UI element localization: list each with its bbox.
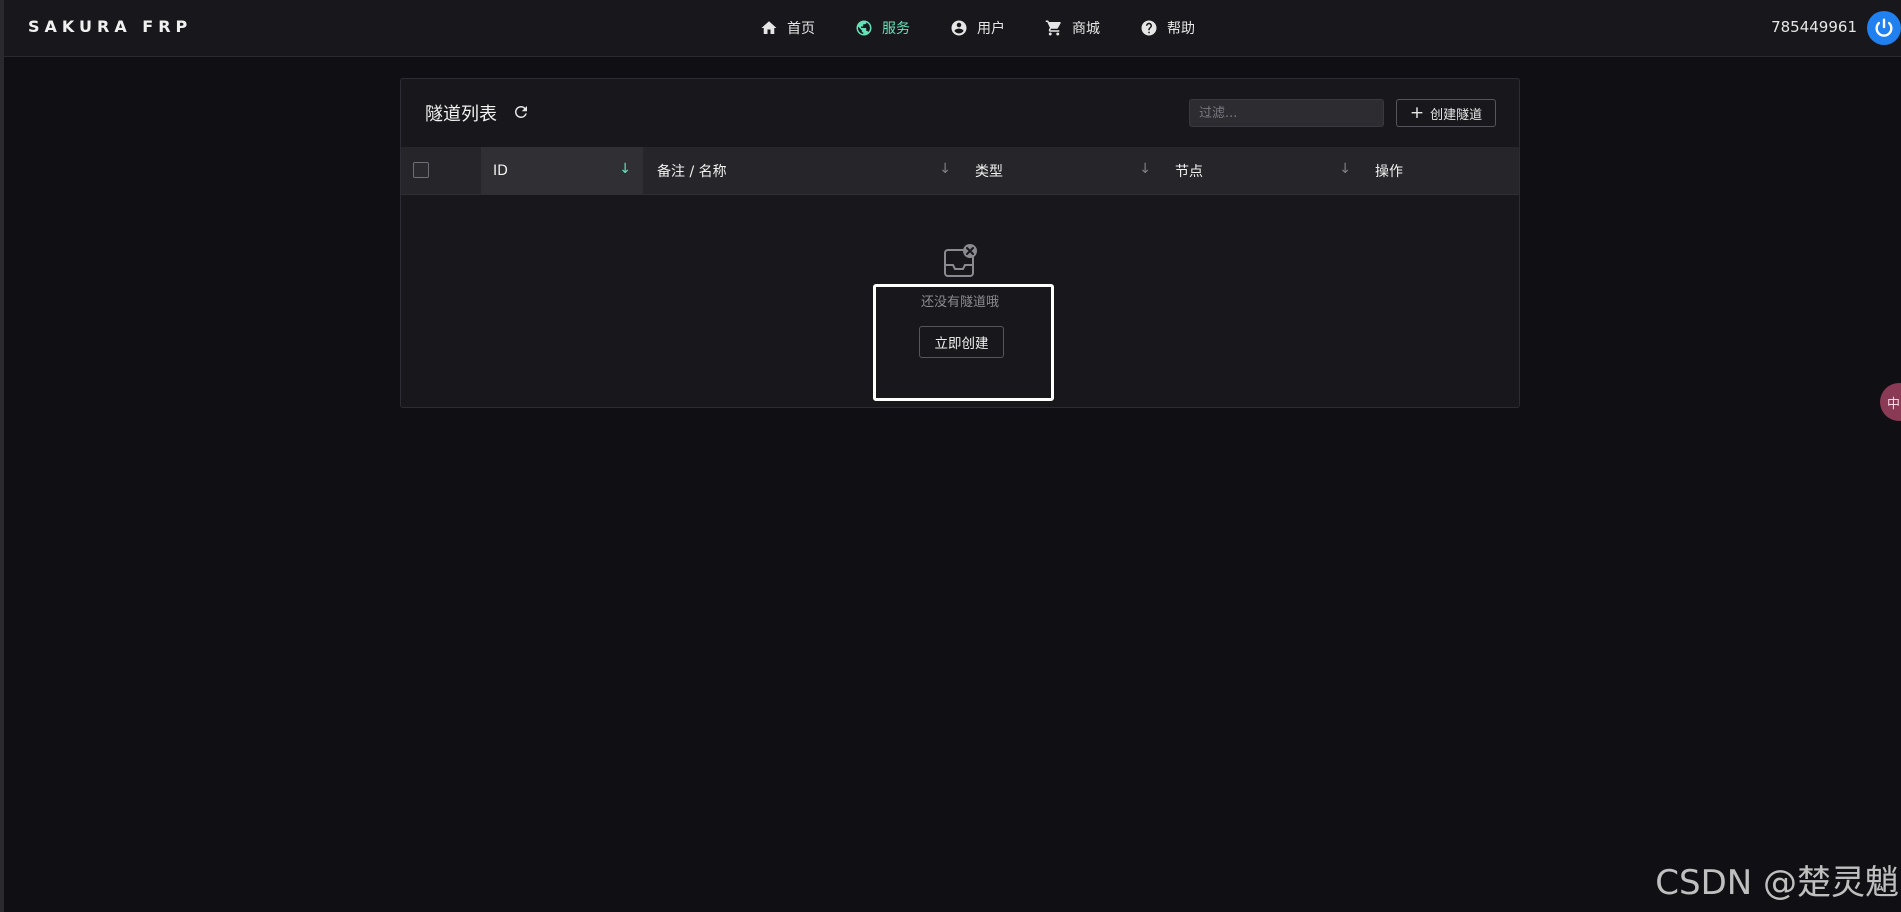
create-tunnel-button[interactable]: + 创建隧道: [1396, 99, 1496, 127]
column-label: 操作: [1375, 163, 1403, 180]
nav-item-label: 用户: [977, 21, 1005, 37]
sort-arrow-icon[interactable]: ↓: [939, 161, 951, 177]
column-label: ID: [493, 162, 508, 179]
nav-item-shop[interactable]: 商城: [1045, 18, 1100, 38]
sort-arrow-icon[interactable]: ↓: [1339, 161, 1351, 177]
nav-item-label: 帮助: [1167, 21, 1195, 37]
column-header-node[interactable]: 节点 ↓: [1163, 147, 1363, 194]
nav-item-label: 商城: [1072, 21, 1100, 37]
column-label: 备注 / 名称: [657, 163, 727, 180]
main-nav: 首页 服务 用户 商城 帮助: [760, 0, 1235, 56]
window-edge: [0, 0, 4, 912]
card-title: 隧道列表: [425, 104, 497, 125]
column-header-name[interactable]: 备注 / 名称 ↓: [643, 147, 963, 194]
side-float-label: 中: [1887, 396, 1901, 412]
plus-icon: +: [1409, 102, 1425, 123]
column-header-type[interactable]: 类型 ↓: [963, 147, 1163, 194]
user-id[interactable]: 785449961: [1771, 18, 1857, 36]
cart-icon: [1045, 20, 1061, 36]
home-icon: [761, 21, 777, 34]
column-label: 节点: [1175, 163, 1203, 180]
create-tunnel-label: 创建隧道: [1430, 107, 1483, 123]
select-all-checkbox[interactable]: [413, 162, 429, 178]
power-icon: [1875, 18, 1893, 37]
globe-icon: [856, 20, 872, 36]
empty-inbox-icon: [944, 244, 977, 277]
brand-logo[interactable]: SAKURA FRP: [28, 17, 192, 36]
column-label: 类型: [975, 163, 1003, 180]
nav-item-services[interactable]: 服务: [855, 18, 910, 38]
sort-arrow-icon[interactable]: ↓: [1139, 161, 1151, 177]
nav-item-home[interactable]: 首页: [760, 18, 815, 38]
column-header-actions: 操作: [1363, 147, 1519, 194]
create-now-button[interactable]: 立即创建: [919, 326, 1004, 358]
user-circle-icon: [951, 20, 967, 36]
select-all-cell: [401, 147, 481, 194]
filter-input[interactable]: [1189, 99, 1384, 127]
watermark: CSDN @楚灵魈: [1655, 863, 1899, 903]
column-header-id[interactable]: ID ↓: [481, 147, 643, 194]
top-navbar: SAKURA FRP 首页 服务 用户 商城 帮助 785449961: [4, 0, 1901, 57]
nav-item-user[interactable]: 用户: [950, 18, 1005, 38]
help-circle-icon: [1141, 20, 1157, 36]
empty-message: 还没有隧道哦: [920, 295, 999, 310]
refresh-icon[interactable]: [512, 103, 530, 121]
nav-item-label: 首页: [787, 21, 815, 37]
nav-item-help[interactable]: 帮助: [1140, 18, 1195, 38]
tunnel-list-card: 隧道列表 + 创建隧道 ID ↓ 备注 / 名称 ↓ 类型 ↓ 节点 ↓ 操作: [400, 78, 1520, 408]
side-float-button[interactable]: 中: [1880, 383, 1901, 421]
table-header: ID ↓ 备注 / 名称 ↓ 类型 ↓ 节点 ↓ 操作: [401, 147, 1519, 195]
nav-item-label: 服务: [882, 21, 910, 37]
sort-arrow-icon[interactable]: ↓: [619, 161, 631, 177]
logout-button[interactable]: [1867, 11, 1901, 45]
